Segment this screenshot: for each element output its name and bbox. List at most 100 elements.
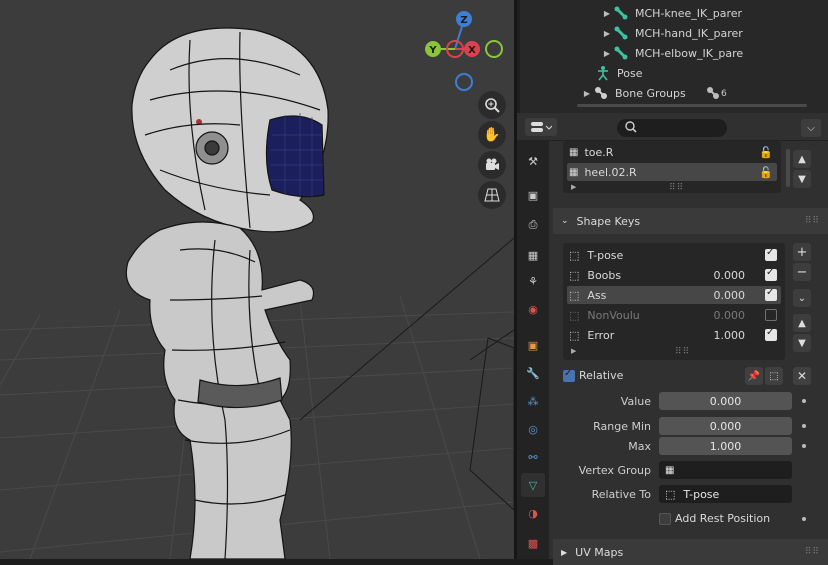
tab-material[interactable]: ◑ (521, 501, 545, 525)
tab-data[interactable]: ▽ (521, 473, 545, 497)
shape-key-icon: ⬚ (569, 288, 580, 302)
gizmo-neg-y-axis[interactable] (485, 40, 503, 58)
lock-icon[interactable]: 🔓 (759, 146, 773, 159)
expand-filter-icon[interactable]: ▶ (571, 347, 576, 355)
shape-key-name: T-pose (587, 248, 624, 262)
edit-mode-button[interactable]: ⬚ (765, 367, 783, 385)
gizmo-y-label: Y (428, 45, 437, 56)
tab-modifiers[interactable]: 🔧 (521, 361, 545, 385)
shape-key-mute-checkbox[interactable] (765, 287, 777, 301)
properties-search[interactable] (617, 119, 727, 137)
tab-texture[interactable]: ▩ (521, 531, 545, 555)
move-up-button[interactable]: ▲ (793, 150, 811, 168)
pin-icon: 📌 (747, 370, 761, 382)
expand-filter-icon[interactable]: ▶ (571, 183, 576, 191)
relative-label: Relative (579, 369, 624, 382)
options-dropdown[interactable]: ⌵ (801, 119, 821, 137)
gizmo-z-label: Z (460, 15, 467, 26)
shape-key-value[interactable]: 1.000 (714, 329, 746, 342)
editor-type-dropdown[interactable] (525, 118, 557, 136)
perspective-grid-icon[interactable] (478, 181, 506, 209)
gizmo-neg-z-axis[interactable] (455, 73, 473, 91)
keyframe-dot[interactable] (802, 444, 806, 448)
keyframe-dot[interactable] (802, 399, 806, 403)
pin-button[interactable]: 📌 (745, 367, 763, 385)
search-input[interactable] (641, 120, 721, 136)
shape-key-value[interactable]: 0.000 (714, 309, 746, 322)
max-field[interactable]: 1.000 (659, 437, 792, 455)
vertex-groups-list[interactable]: ▦ toe.R 🔓 ▦ heel.02.R 🔓 ▶ ⠿⠿ (563, 141, 781, 193)
expand-icon[interactable]: ▶ (601, 9, 613, 18)
resize-grip[interactable]: ⠿⠿ (669, 183, 684, 193)
3d-viewport[interactable]: Z Y X ✋ (0, 0, 514, 559)
shape-keys-header[interactable]: ⌄ Shape Keys ⠿⠿ (553, 208, 828, 234)
list-item[interactable]: ⬚ Boobs 0.000 (567, 266, 781, 284)
shape-key-mute-checkbox[interactable] (765, 247, 777, 261)
relative-checkbox[interactable] (563, 368, 575, 382)
shape-key-specials-button[interactable]: ⌄ (793, 289, 811, 307)
list-scrollbar[interactable] (786, 149, 790, 187)
outliner-item-label: MCH-elbow_IK_pare (635, 46, 744, 60)
keyframe-dot[interactable] (802, 424, 806, 428)
vertex-group-field[interactable]: ▦ (659, 461, 792, 479)
shape-key-value[interactable]: 0.000 (714, 289, 746, 302)
close-icon: ✕ (796, 369, 808, 383)
outliner-item-knee[interactable]: ▶ MCH-knee_IK_parer (517, 3, 828, 23)
scene-icon: ⚘ (528, 274, 538, 288)
expand-icon[interactable]: ▶ (601, 49, 613, 58)
move-up-button[interactable]: ▲ (793, 314, 811, 332)
shape-keys-title: Shape Keys (576, 214, 641, 228)
value-field[interactable]: 0.000 (659, 392, 792, 410)
relative-to-field[interactable]: ⬚ T-pose (659, 485, 792, 503)
resize-grip[interactable]: ⠿⠿ (675, 347, 690, 357)
outliner-item-bone-groups[interactable]: ▶ Bone Groups 6 (517, 83, 828, 103)
list-item[interactable]: ▦ heel.02.R 🔓 (567, 163, 777, 181)
add-shape-key-button[interactable]: + (793, 243, 811, 261)
outliner-item-hand[interactable]: ▶ MCH-hand_IK_parer (517, 23, 828, 43)
expand-icon[interactable]: ▶ (601, 29, 613, 38)
list-item[interactable]: ⬚ Ass 0.000 (567, 286, 781, 304)
shape-key-mute-checkbox[interactable] (765, 309, 777, 321)
tab-object[interactable]: ▣ (521, 333, 545, 357)
tab-constraints[interactable]: ⚯ (521, 445, 545, 469)
tab-output[interactable]: ⎙ (521, 213, 545, 237)
list-item[interactable]: ⬚ T-pose (567, 246, 781, 264)
tab-view-layer[interactable]: ▦ (521, 243, 545, 267)
outliner-item-pose[interactable]: Pose (517, 63, 828, 83)
tab-physics[interactable]: ◎ (521, 417, 545, 441)
shape-key-value[interactable]: 0.000 (714, 269, 746, 282)
pan-hand-icon[interactable]: ✋ (478, 121, 506, 149)
panel-grip[interactable]: ⠿⠿ (805, 547, 820, 557)
tab-particles[interactable]: ⁂ (521, 389, 545, 413)
list-item[interactable]: ▦ toe.R 🔓 (567, 143, 777, 161)
list-item[interactable]: ⬚ Error 1.000 (567, 326, 781, 344)
tab-scene[interactable]: ⚘ (521, 269, 545, 293)
tab-render[interactable]: ▣ (521, 183, 545, 207)
properties-panel-area: ▦ toe.R 🔓 ▦ heel.02.R 🔓 ▶ ⠿⠿ ▲ ▼ ⌄ Shape… (553, 141, 828, 565)
zoom-icon[interactable] (478, 91, 506, 119)
clear-weights-button[interactable]: ✕ (793, 367, 811, 385)
range-min-field[interactable]: 0.000 (659, 417, 792, 435)
expand-icon[interactable]: ▶ (581, 89, 593, 98)
lock-icon[interactable]: 🔓 (759, 166, 773, 179)
move-down-button[interactable]: ▼ (793, 170, 811, 188)
outliner-scrollbar[interactable] (577, 104, 807, 107)
vertex-group-icon: ▦ (665, 464, 675, 476)
outliner-item-elbow[interactable]: ▶ MCH-elbow_IK_pare (517, 43, 828, 63)
camera-view-icon[interactable] (478, 151, 506, 179)
uv-maps-header[interactable]: ▶ UV Maps ⠿⠿ (553, 539, 828, 565)
navigation-gizmo[interactable]: Z Y X (420, 8, 510, 96)
shape-key-mute-checkbox[interactable] (765, 267, 777, 281)
shape-key-mute-checkbox[interactable] (765, 327, 777, 341)
outliner-item-label: Pose (617, 66, 643, 80)
add-rest-position-checkbox[interactable] (659, 513, 671, 525)
tab-world[interactable]: ◉ (521, 297, 545, 321)
move-down-button[interactable]: ▼ (793, 334, 811, 352)
panel-grip[interactable]: ⠿⠿ (805, 216, 820, 226)
tab-tool[interactable]: ⚒ (521, 149, 545, 173)
remove-shape-key-button[interactable]: − (793, 263, 811, 281)
keyframe-dot[interactable] (802, 517, 806, 521)
list-item[interactable]: ⬚ NonVoulu 0.000 (567, 306, 781, 324)
mesh-data-icon: ▽ (528, 478, 538, 492)
shape-keys-list[interactable]: ⬚ T-pose ⬚ Boobs 0.000 ⬚ Ass 0.000 ⬚ Non… (563, 243, 785, 360)
